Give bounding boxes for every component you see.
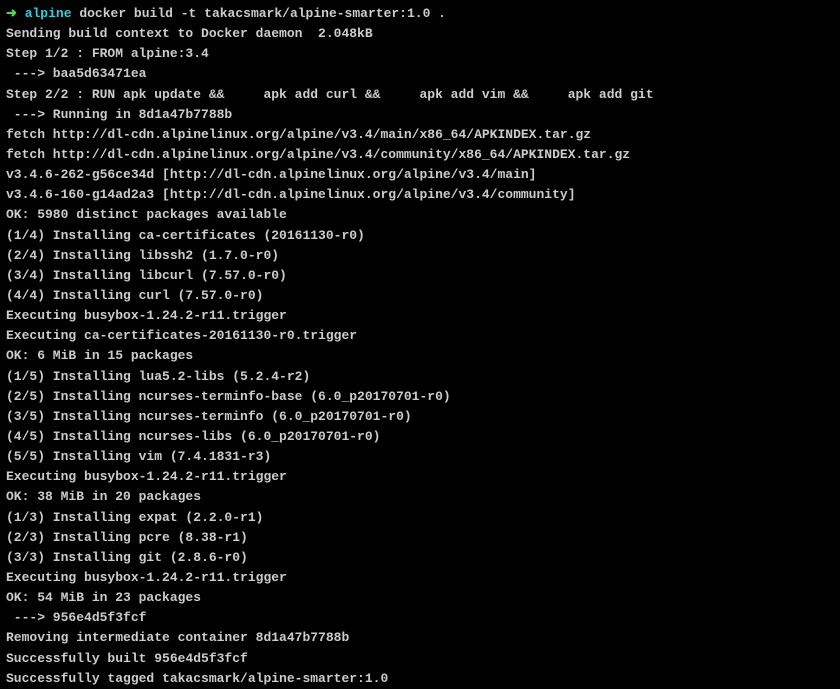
output-line: OK: 5980 distinct packages available: [6, 205, 834, 225]
output-line: (4/4) Installing curl (7.57.0-r0): [6, 286, 834, 306]
output-line: Executing busybox-1.24.2-r11.trigger: [6, 306, 834, 326]
output-line: Executing busybox-1.24.2-r11.trigger: [6, 568, 834, 588]
output-line: ---> Running in 8d1a47b7788b: [6, 105, 834, 125]
output-line: ---> 956e4d5f3fcf: [6, 608, 834, 628]
terminal-output: Sending build context to Docker daemon 2…: [6, 24, 834, 689]
output-line: Executing busybox-1.24.2-r11.trigger: [6, 467, 834, 487]
output-line: (1/4) Installing ca-certificates (201611…: [6, 226, 834, 246]
output-line: OK: 38 MiB in 20 packages: [6, 487, 834, 507]
output-line: v3.4.6-160-g14ad2a3 [http://dl-cdn.alpin…: [6, 185, 834, 205]
output-line: Successfully built 956e4d5f3fcf: [6, 649, 834, 669]
output-line: Successfully tagged takacsmark/alpine-sm…: [6, 669, 834, 689]
output-line: Sending build context to Docker daemon 2…: [6, 24, 834, 44]
command-input[interactable]: docker build -t takacsmark/alpine-smarte…: [72, 6, 446, 21]
output-line: fetch http://dl-cdn.alpinelinux.org/alpi…: [6, 145, 834, 165]
output-line: Step 2/2 : RUN apk update && apk add cur…: [6, 85, 834, 105]
output-line: OK: 54 MiB in 23 packages: [6, 588, 834, 608]
output-line: (3/3) Installing git (2.8.6-r0): [6, 548, 834, 568]
output-line: (3/4) Installing libcurl (7.57.0-r0): [6, 266, 834, 286]
output-line: (5/5) Installing vim (7.4.1831-r3): [6, 447, 834, 467]
output-line: v3.4.6-262-g56ce34d [http://dl-cdn.alpin…: [6, 165, 834, 185]
output-line: (1/5) Installing lua5.2-libs (5.2.4-r2): [6, 367, 834, 387]
prompt-arrow-icon: ➜: [6, 6, 25, 21]
output-line: (1/3) Installing expat (2.2.0-r1): [6, 508, 834, 528]
output-line: (2/4) Installing libssh2 (1.7.0-r0): [6, 246, 834, 266]
output-line: fetch http://dl-cdn.alpinelinux.org/alpi…: [6, 125, 834, 145]
output-line: Executing ca-certificates-20161130-r0.tr…: [6, 326, 834, 346]
output-line: Removing intermediate container 8d1a47b7…: [6, 628, 834, 648]
output-line: (2/5) Installing ncurses-terminfo-base (…: [6, 387, 834, 407]
output-line: OK: 6 MiB in 15 packages: [6, 346, 834, 366]
output-line: Step 1/2 : FROM alpine:3.4: [6, 44, 834, 64]
output-line: (2/3) Installing pcre (8.38-r1): [6, 528, 834, 548]
prompt-directory: alpine: [25, 6, 72, 21]
output-line: (3/5) Installing ncurses-terminfo (6.0_p…: [6, 407, 834, 427]
output-line: ---> baa5d63471ea: [6, 64, 834, 84]
prompt-line[interactable]: ➜ alpine docker build -t takacsmark/alpi…: [6, 4, 834, 24]
output-line: (4/5) Installing ncurses-libs (6.0_p2017…: [6, 427, 834, 447]
